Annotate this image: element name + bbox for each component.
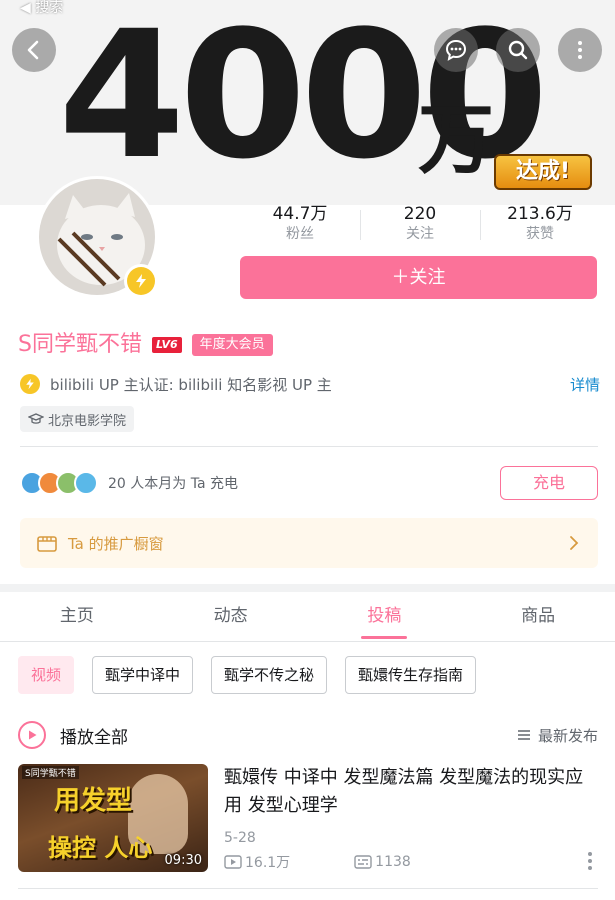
video-duration: 09:30 xyxy=(164,853,202,868)
message-icon xyxy=(445,39,467,61)
status-back-label[interactable]: ◀ 搜索 xyxy=(20,0,63,17)
stat-fans[interactable]: 44.7万 粉丝 xyxy=(240,204,360,246)
banner-achievement-badge: 达成! xyxy=(494,154,592,190)
charger-avatar xyxy=(74,471,98,495)
charge-button[interactable]: 充电 xyxy=(500,466,598,500)
tab-products[interactable]: 商品 xyxy=(461,594,615,641)
play-all-button[interactable]: 播放全部 xyxy=(60,723,128,748)
back-button[interactable] xyxy=(12,28,56,72)
follow-button[interactable]: ＋关注 xyxy=(240,256,597,299)
video-card[interactable]: S同学甄不错 用发型 操控 人心 09:30 甄嬛传 中译中 发型魔法篇 发型魔… xyxy=(18,764,598,874)
tab-home[interactable]: 主页 xyxy=(0,594,154,641)
danmaku-count-value: 1138 xyxy=(375,854,411,870)
video-more-icon[interactable] xyxy=(588,852,594,870)
stats-bar: 44.7万 粉丝 220 关注 213.6万 获赞 xyxy=(240,204,600,246)
stat-value: 220 xyxy=(403,204,437,224)
chip-videos[interactable]: 视频 xyxy=(18,656,75,694)
certification-icon xyxy=(20,374,40,394)
promo-text: Ta 的推广橱窗 xyxy=(68,534,164,553)
chevron-right-icon xyxy=(570,536,579,550)
more-vertical-icon xyxy=(578,41,582,59)
search-icon xyxy=(508,40,528,60)
play-count-icon xyxy=(224,855,242,869)
view-count-value: 16.1万 xyxy=(245,855,291,871)
video-title[interactable]: 甄嬛传 中译中 发型魔法篇 发型魔法的现实应用 发型心理学 xyxy=(224,764,594,820)
sort-button[interactable]: 最新发布 xyxy=(516,725,598,746)
stat-label: 关注 xyxy=(406,226,434,242)
up-badge xyxy=(124,264,158,298)
message-button[interactable] xyxy=(434,28,478,72)
filter-chips: 视频 甄学中译中 甄学不传之秘 甄嬛传生存指南 xyxy=(18,656,608,694)
play-all-row: 播放全部 最新发布 xyxy=(18,720,598,750)
video-date: 5-28 xyxy=(224,830,256,846)
school-name: 北京电影学院 xyxy=(48,413,127,429)
stat-label: 粉丝 xyxy=(286,226,314,242)
video-meta: 16.1万 1138 xyxy=(224,852,411,872)
back-arrow-icon xyxy=(27,40,39,60)
vip-badge[interactable]: 年度大会员 xyxy=(191,334,273,356)
level-badge: LV6 xyxy=(151,337,182,353)
school-tag[interactable]: 北京电影学院 xyxy=(20,406,135,432)
stat-likes: 213.6万 获赞 xyxy=(480,204,600,246)
search-button[interactable] xyxy=(496,28,540,72)
danmaku-count: 1138 xyxy=(354,854,411,870)
danmaku-icon xyxy=(354,855,372,869)
user-name: S同学甄不错 xyxy=(18,332,142,357)
chip-series[interactable]: 甄学不传之秘 xyxy=(211,656,328,694)
stat-value: 44.7万 xyxy=(272,204,328,224)
profile-tabs: 主页 动态 投稿 商品 xyxy=(0,594,615,642)
divider xyxy=(18,888,598,889)
banner-unit: 万 xyxy=(418,95,494,184)
play-circle-icon[interactable] xyxy=(18,721,46,749)
chip-series[interactable]: 甄学中译中 xyxy=(92,656,194,694)
divider xyxy=(20,446,598,447)
video-thumbnail[interactable]: S同学甄不错 用发型 操控 人心 09:30 xyxy=(18,764,208,872)
view-count: 16.1万 xyxy=(224,852,290,872)
shop-window-icon xyxy=(37,536,57,552)
details-link[interactable]: 详情 xyxy=(570,374,600,395)
lightning-icon xyxy=(136,274,146,288)
thumbnail-caption: 操控 人心 xyxy=(48,834,153,862)
certification-text: bilibili UP 主认证: bilibili 知名影视 UP 主 xyxy=(50,375,332,394)
stat-following[interactable]: 220 关注 xyxy=(360,204,480,246)
charge-row: 20 人本月为 Ta 充电 充电 xyxy=(20,466,598,500)
tab-dynamics[interactable]: 动态 xyxy=(154,594,308,641)
section-separator xyxy=(0,584,615,592)
thumbnail-channel-tag: S同学甄不错 xyxy=(22,766,79,779)
tab-uploads[interactable]: 投稿 xyxy=(308,594,462,641)
charge-count-text: 20 人本月为 Ta 充电 xyxy=(108,476,238,492)
thumbnail-caption: 用发型 xyxy=(54,786,133,816)
promo-window[interactable]: Ta 的推广橱窗 xyxy=(20,518,598,568)
graduation-cap-icon xyxy=(28,413,44,424)
more-button[interactable] xyxy=(558,28,602,72)
stat-value: 213.6万 xyxy=(507,204,573,224)
charger-avatars[interactable] xyxy=(20,471,98,495)
sort-label: 最新发布 xyxy=(537,726,598,745)
chip-series[interactable]: 甄嬛传生存指南 xyxy=(345,656,477,694)
certification-row: bilibili UP 主认证: bilibili 知名影视 UP 主 详情 xyxy=(20,372,600,396)
list-sort-icon xyxy=(517,730,530,740)
stat-label: 获赞 xyxy=(526,226,554,242)
name-row: S同学甄不错 LV6 年度大会员 xyxy=(18,330,273,360)
